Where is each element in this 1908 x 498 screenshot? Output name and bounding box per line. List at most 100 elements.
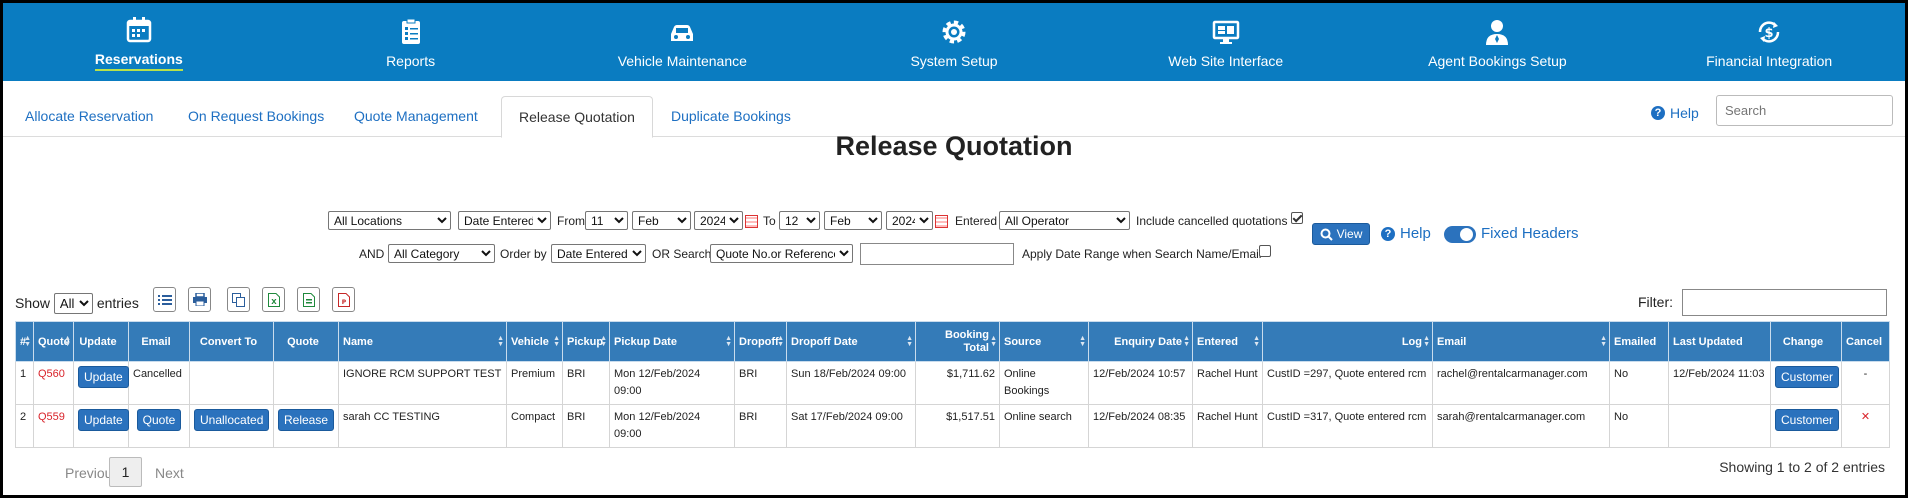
from-month-select[interactable]: Feb — [632, 211, 691, 230]
last-updated: 12/Feb/2024 11:03 — [1668, 361, 1771, 405]
column-header: Email — [128, 321, 190, 362]
operator-select[interactable]: All Operator — [999, 211, 1130, 230]
column-header[interactable]: Source ▲ ▼ — [999, 321, 1089, 362]
calendar-icon — [126, 17, 152, 43]
tab-bar: Allocate Reservation On Request Bookings… — [3, 81, 1905, 138]
quote-number-link[interactable]: Q560 — [33, 361, 74, 405]
to-year-select[interactable]: 2024 — [886, 211, 933, 230]
excel-export-button[interactable]: X — [262, 287, 285, 312]
column-header[interactable]: # ▲ ▼ — [15, 321, 34, 362]
clipboard-icon — [401, 18, 420, 44]
nav-system-setup[interactable]: System Setup — [818, 3, 1090, 81]
nav-agent-bookings-setup[interactable]: Agent Bookings Setup — [1362, 3, 1634, 81]
column-header[interactable]: Name ▲ ▼ — [338, 321, 507, 362]
entries-select[interactable]: All — [53, 293, 93, 314]
column-header[interactable]: Enquiry Date ▲ ▼ — [1088, 321, 1193, 362]
column-header[interactable]: Quote ▲ ▼ — [33, 321, 74, 362]
row-number: 1 — [15, 361, 34, 405]
quote-number-link[interactable]: Q559 — [33, 404, 74, 448]
cancel-icon[interactable]: ✕ — [1841, 404, 1890, 448]
customer-name: sarah CC TESTING — [338, 404, 507, 448]
top-navigation: Reservations Reports Vehicle Maintenance… — [3, 3, 1905, 81]
print-button[interactable] — [188, 287, 211, 312]
unallocated-button[interactable]: Unallocated — [194, 409, 270, 431]
entered-label: Entered — [955, 214, 998, 228]
help-link[interactable]: ? Help — [1651, 105, 1699, 121]
filter-input[interactable] — [1682, 289, 1887, 316]
location-select[interactable]: All Locations — [328, 211, 451, 230]
email-address: rachel@rentalcarmanager.com — [1432, 361, 1610, 405]
source: Online Bookings — [999, 361, 1089, 405]
update-button[interactable]: Update — [78, 366, 129, 388]
column-header[interactable]: Booking Total ▲ ▼ — [915, 321, 1000, 362]
calendar-icon[interactable] — [935, 215, 948, 228]
dollar-cycle-icon: $ — [1758, 21, 1780, 43]
or-search-input[interactable] — [860, 243, 1014, 265]
csv-export-button[interactable] — [297, 287, 320, 312]
nav-vehicle-maintenance[interactable]: Vehicle Maintenance — [546, 3, 818, 81]
calendar-icon[interactable] — [745, 215, 758, 228]
pickup-location: BRI — [562, 404, 610, 448]
column-header[interactable]: Email ▲ ▼ — [1432, 321, 1610, 362]
fixed-headers-toggle[interactable] — [1444, 226, 1476, 243]
car-icon — [671, 25, 694, 41]
help-label: Help — [1400, 225, 1431, 242]
customer-button[interactable]: Customer — [1775, 366, 1840, 388]
quote-cell — [273, 361, 339, 405]
pdf-file-icon: P — [337, 292, 350, 307]
date-type-select[interactable]: Date Entered — [458, 211, 551, 230]
release-button[interactable]: Release — [278, 409, 335, 431]
dropoff-date: Sat 17/Feb/2024 09:00 — [786, 404, 916, 448]
order-by-select[interactable]: Date Entered — [551, 244, 646, 263]
app-frame: Reservations Reports Vehicle Maintenance… — [3, 3, 1905, 495]
quote-button[interactable]: Quote — [136, 409, 182, 431]
search-by-select[interactable]: Quote No.or Reference — [710, 244, 853, 263]
nav-label: System Setup — [910, 53, 998, 69]
to-month-select[interactable]: Feb — [824, 211, 882, 230]
list-icon — [157, 294, 172, 305]
to-day-select[interactable]: 12 — [779, 211, 820, 230]
search-input[interactable] — [1716, 95, 1893, 126]
column-list-button[interactable] — [153, 287, 176, 312]
column-header[interactable]: Pickup ▲ ▼ — [562, 321, 610, 362]
nav-financial-integration[interactable]: $ Financial Integration — [1633, 3, 1905, 81]
nav-label: Financial Integration — [1706, 53, 1833, 69]
copy-button[interactable] — [227, 287, 250, 312]
help-link-filters[interactable]: ? Help — [1381, 225, 1431, 242]
column-header[interactable]: Entered ▲ ▼ — [1192, 321, 1263, 362]
magnifier-icon — [1320, 228, 1333, 241]
cancel-cell: - — [1841, 361, 1890, 405]
column-header[interactable]: Log ▲ ▼ — [1262, 321, 1433, 362]
category-select[interactable]: All Category — [388, 244, 495, 263]
include-cancelled-checkbox[interactable] — [1291, 212, 1303, 224]
dropoff-location: BRI — [734, 361, 787, 405]
pickup-location: BRI — [562, 361, 610, 405]
pdf-export-button[interactable]: P — [332, 287, 355, 312]
column-header[interactable]: Pickup Date ▲ ▼ — [609, 321, 735, 362]
entered-by: Rachel Hunt — [1192, 404, 1263, 448]
from-year-select[interactable]: 2024 — [694, 211, 743, 230]
update-button[interactable]: Update — [78, 409, 129, 431]
nav-label: Reservations — [94, 51, 183, 71]
view-label: View — [1336, 227, 1363, 241]
show-label: Show — [15, 295, 51, 311]
fixed-headers-label: Fixed Headers — [1481, 225, 1579, 242]
svg-text:$: $ — [1765, 26, 1774, 41]
page-1-button[interactable]: 1 — [109, 457, 142, 487]
column-header[interactable]: Dropoff Date ▲ ▼ — [786, 321, 916, 362]
gear-icon — [942, 20, 966, 44]
nav-reports[interactable]: Reports — [275, 3, 547, 81]
apply-range-checkbox[interactable] — [1259, 245, 1271, 257]
column-header[interactable]: Vehicle ▲ ▼ — [506, 321, 563, 362]
customer-button[interactable]: Customer — [1775, 409, 1840, 431]
help-label: Help — [1670, 105, 1699, 121]
view-button[interactable]: View — [1312, 223, 1370, 245]
column-header[interactable]: Dropoff ▲ ▼ — [734, 321, 787, 362]
column-header: Convert To — [189, 321, 274, 362]
next-page-button[interactable]: Next — [155, 465, 184, 481]
nav-reservations[interactable]: Reservations — [3, 3, 275, 81]
nav-label: Reports — [386, 53, 436, 69]
from-day-select[interactable]: 11 — [585, 211, 628, 230]
last-updated — [1668, 404, 1771, 448]
nav-web-site-interface[interactable]: Web Site Interface — [1090, 3, 1362, 81]
